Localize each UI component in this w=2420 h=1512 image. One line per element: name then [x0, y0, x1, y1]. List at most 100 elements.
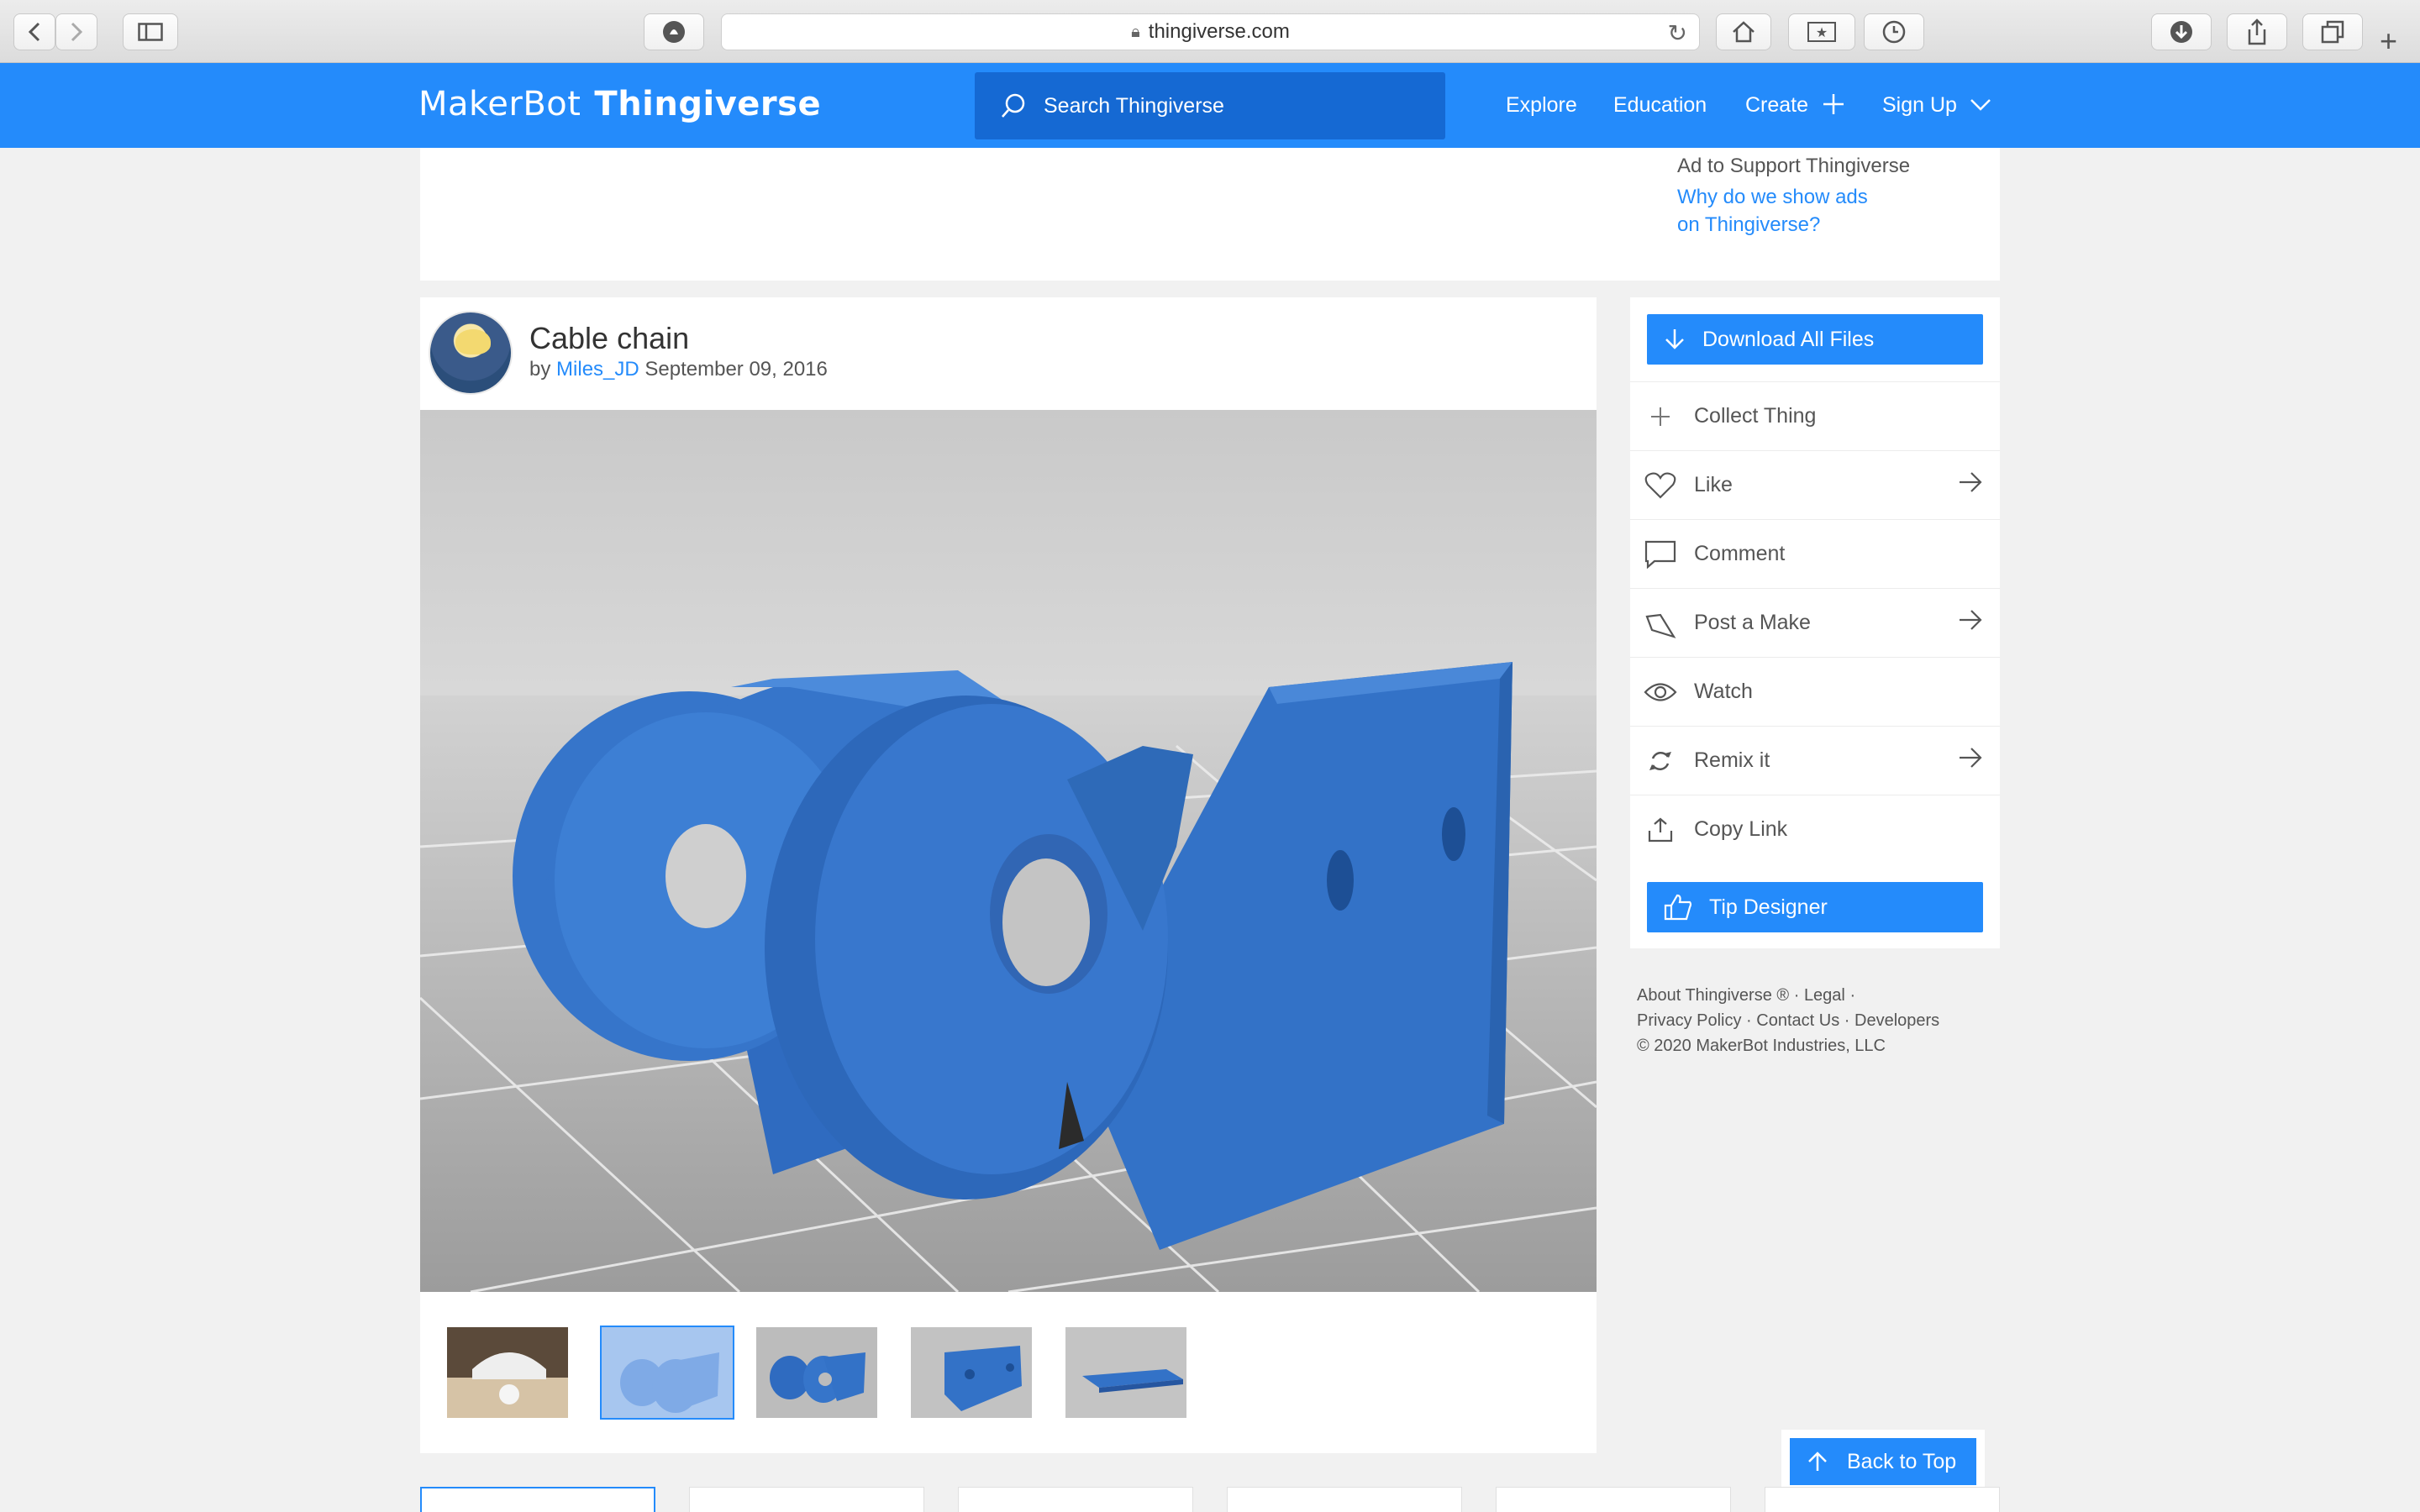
tip-designer-label: Tip Designer	[1709, 895, 1828, 919]
home-icon[interactable]	[1716, 13, 1771, 50]
plus-icon	[1823, 94, 1844, 114]
byline-by: by	[529, 358, 551, 381]
footer-separator: ·	[1849, 986, 1856, 1005]
footer-legal[interactable]: Legal	[1804, 986, 1845, 1005]
publish-date: September 09, 2016	[644, 358, 828, 381]
site-logo[interactable]: MakerBot Thingiverse	[418, 85, 821, 123]
footer-contact[interactable]: Contact Us	[1756, 1011, 1839, 1030]
like-label: Like	[1694, 473, 1733, 496]
download-icon[interactable]	[2151, 13, 2212, 50]
post-make-label: Post a Make	[1694, 611, 1811, 634]
watch-label: Watch	[1694, 680, 1753, 703]
footer-privacy[interactable]: Privacy Policy	[1637, 1011, 1741, 1030]
bookmark-icon[interactable]: ★	[1788, 13, 1855, 50]
lock-icon: 🔒︎	[1131, 22, 1140, 41]
tab[interactable]	[1765, 1487, 2000, 1512]
model-render	[420, 662, 1597, 1292]
site-header: MakerBot Thingiverse Search Thingiverse E…	[0, 63, 2420, 148]
reload-icon[interactable]: ↻	[1668, 19, 1687, 47]
history-icon[interactable]	[1864, 13, 1924, 50]
chevron-down-icon	[1970, 99, 1991, 111]
main-image[interactable]	[420, 410, 1597, 1292]
download-all-label: Download All Files	[1702, 327, 1875, 351]
comment-label: Comment	[1694, 542, 1786, 565]
privacy-icon[interactable]	[644, 13, 704, 50]
download-arrow-icon	[1665, 329, 1684, 349]
share-icon[interactable]	[2227, 13, 2287, 50]
remix-icon	[1644, 744, 1677, 778]
arrow-right-icon	[1958, 607, 1983, 638]
search-placeholder: Search Thingiverse	[1044, 93, 1224, 118]
ad-title: Ad to Support Thingiverse	[1677, 155, 1911, 177]
footer-separator: ·	[1793, 986, 1800, 1005]
tab-summary[interactable]	[420, 1487, 655, 1512]
logo-makerbot: MakerBot	[418, 85, 581, 123]
upload-icon	[1644, 813, 1677, 847]
footer-separator: ·	[1746, 1011, 1752, 1030]
tip-designer-button[interactable]: Tip Designer	[1647, 882, 1983, 932]
search-input[interactable]: Search Thingiverse	[975, 72, 1445, 139]
nav-create-label: Create	[1745, 93, 1809, 117]
tab[interactable]	[958, 1487, 1193, 1512]
url-bar[interactable]: 🔒︎ thingiverse.com ↻	[721, 13, 1700, 50]
avatar[interactable]	[429, 311, 513, 395]
arrow-right-icon	[1958, 470, 1983, 501]
thumbs-up-icon	[1664, 894, 1692, 921]
footer-copyright: © 2020 MakerBot Industries, LLC	[1637, 1037, 1886, 1055]
back-icon[interactable]	[13, 13, 55, 50]
why-ads-line1: Why do we show ads	[1677, 186, 1868, 208]
tab[interactable]	[1496, 1487, 1731, 1512]
forward-icon[interactable]	[55, 13, 97, 50]
watch-button[interactable]: Watch	[1630, 657, 2000, 726]
nav-explore[interactable]: Explore	[1506, 93, 1577, 118]
browser-toolbar: 🔒︎ thingiverse.com ↻ ★ +	[0, 0, 2420, 63]
nav-education[interactable]: Education	[1613, 93, 1707, 118]
url-text: thingiverse.com	[1148, 20, 1290, 43]
footer-separator: ·	[1844, 1011, 1850, 1030]
sidebar-icon[interactable]	[123, 13, 178, 50]
arrow-right-icon	[1958, 745, 1983, 776]
comment-button[interactable]: Comment	[1630, 519, 2000, 588]
thumbnail-active[interactable]	[600, 1326, 734, 1420]
tabs-icon[interactable]	[2302, 13, 2363, 50]
svg-text:★: ★	[1816, 26, 1828, 40]
download-all-button[interactable]: Download All Files	[1647, 314, 1983, 365]
footer-about[interactable]: About Thingiverse ®	[1637, 986, 1789, 1005]
new-tab-icon[interactable]: +	[2380, 24, 2397, 59]
thing-title: Cable chain	[529, 321, 690, 355]
back-to-top-label: Back to Top	[1847, 1449, 1957, 1473]
collect-label: Collect Thing	[1694, 404, 1817, 428]
remix-label: Remix it	[1694, 748, 1770, 772]
comment-icon	[1644, 538, 1677, 571]
remix-button[interactable]: Remix it	[1630, 726, 2000, 795]
search-icon	[1002, 93, 1025, 118]
thumbnail[interactable]	[445, 1326, 570, 1420]
nav-signup-label: Sign Up	[1882, 93, 1957, 117]
arrow-up-icon	[1808, 1452, 1827, 1471]
why-ads-link[interactable]: Why do we show ads on Thingiverse?	[1677, 183, 1929, 239]
thing-card: Cable chain by Miles_JD September 09, 20…	[420, 297, 1597, 1453]
nav-signup[interactable]: Sign Up	[1882, 93, 1991, 118]
thumbnail[interactable]	[909, 1326, 1034, 1420]
footer-developers[interactable]: Developers	[1854, 1011, 1939, 1030]
heart-icon	[1644, 469, 1677, 502]
tab[interactable]	[1227, 1487, 1462, 1512]
nav-create[interactable]: Create	[1745, 93, 1844, 118]
thumbnail[interactable]	[755, 1326, 879, 1420]
why-ads-line2: on Thingiverse?	[1677, 213, 1821, 236]
footer-links: About Thingiverse ® · Legal · Privacy Po…	[1637, 983, 1939, 1058]
post-make-button[interactable]: Post a Make	[1630, 588, 2000, 657]
eye-icon	[1644, 675, 1677, 709]
author-link[interactable]: Miles_JD	[556, 358, 639, 381]
copy-link-button[interactable]: Copy Link	[1630, 795, 2000, 864]
tab[interactable]	[689, 1487, 924, 1512]
pen-icon	[1644, 606, 1677, 640]
copy-link-label: Copy Link	[1694, 817, 1788, 841]
like-button[interactable]: Like	[1630, 450, 2000, 519]
logo-thingiverse: Thingiverse	[594, 85, 822, 123]
ad-container: Ad to Support Thingiverse Why do we show…	[420, 148, 2000, 281]
collect-thing-button[interactable]: Collect Thing	[1630, 381, 2000, 450]
back-to-top-button[interactable]: Back to Top	[1790, 1438, 1976, 1485]
plus-icon	[1644, 400, 1677, 433]
thumbnail[interactable]	[1064, 1326, 1188, 1420]
